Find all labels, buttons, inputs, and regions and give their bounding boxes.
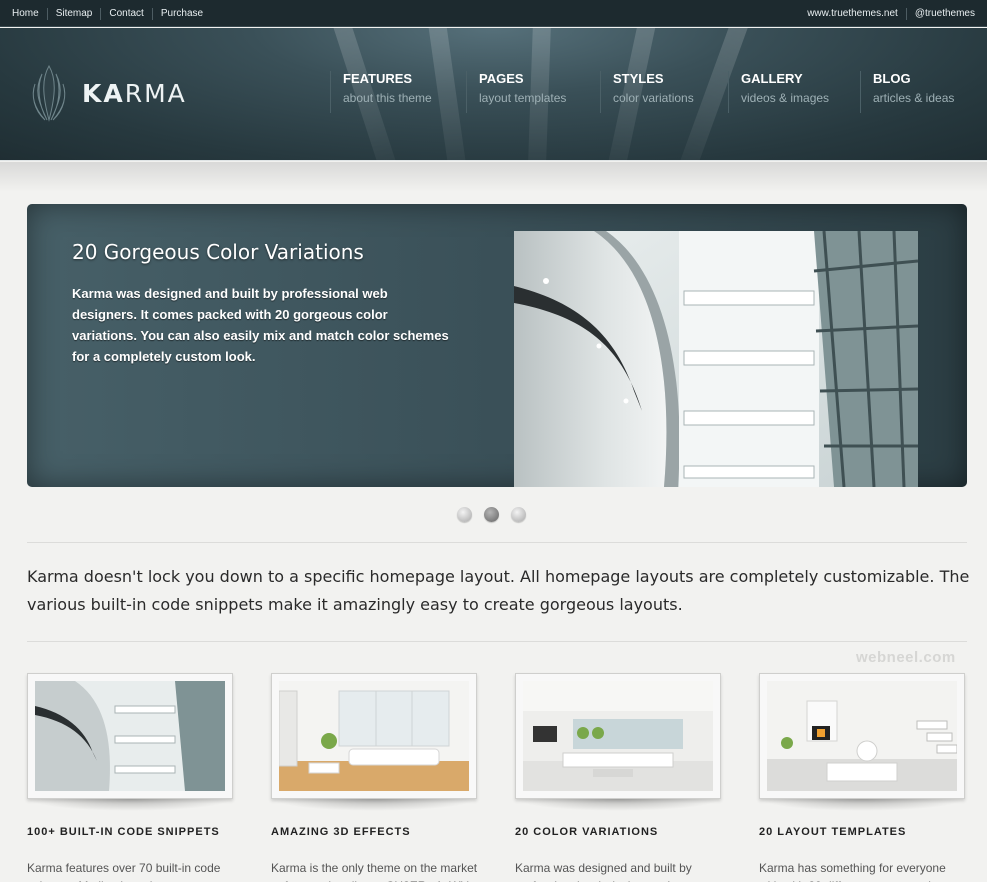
feature-title: AMAZING 3D EFFECTS (271, 826, 411, 838)
thumbnail-shadow (271, 799, 477, 811)
nav-title: PAGES (479, 71, 524, 86)
thumbnail-shadow (515, 799, 721, 811)
nav-title: FEATURES (343, 71, 413, 86)
staircase-room-thumbnail (767, 681, 957, 791)
feature-column-colors: 20 COLOR VARIATIONS Karma was designed a… (515, 673, 725, 882)
slider-pagination (457, 507, 538, 522)
site-header: KARMA FEATURES about this theme PAGES la… (0, 28, 987, 161)
top-link-contact[interactable]: Contact (101, 7, 153, 20)
feature-title: 20 COLOR VARIATIONS (515, 826, 659, 838)
feature-text: Karma features over 70 built-in code sni… (27, 861, 221, 882)
nav-title: STYLES (613, 71, 664, 86)
feature-text: Karma is the only theme on the market to… (271, 861, 478, 882)
logo[interactable]: KARMA (28, 64, 187, 122)
nav-item-styles[interactable]: STYLES color variations (600, 71, 728, 113)
slide-body: Karma was designed and built by professi… (72, 286, 449, 364)
architecture-thumbnail (35, 681, 225, 791)
nav-title: BLOG (873, 71, 911, 86)
feature-column-snippets: 100+ BUILT-IN CODE SNIPPETS Karma featur… (27, 673, 237, 882)
header-shadow (0, 162, 987, 192)
nav-subtitle: articles & ideas (873, 91, 955, 105)
nav-title: GALLERY (741, 71, 803, 86)
feature-column-3d: AMAZING 3D EFFECTS Karma is the only the… (271, 673, 481, 882)
nav-subtitle: layout templates (479, 91, 567, 105)
top-utility-bar: Home Sitemap Contact Purchase www.trueth… (0, 0, 987, 27)
hero-slider: 20 Gorgeous Color Variations Karma was d… (27, 204, 967, 487)
nav-item-blog[interactable]: BLOG articles & ideas (860, 71, 970, 113)
feature-thumbnail[interactable] (271, 673, 477, 799)
nav-subtitle: about this theme (343, 91, 432, 105)
twitter-link[interactable]: @truethemes (907, 8, 983, 20)
feature-column-layouts: 20 LAYOUT TEMPLATES Karma has something … (759, 673, 969, 882)
feature-thumbnail[interactable] (515, 673, 721, 799)
architecture-image (514, 231, 918, 487)
thumbnail-shadow (27, 799, 233, 811)
slider-dot-2[interactable] (484, 507, 499, 522)
site-url-link[interactable]: www.truethemes.net (799, 7, 907, 20)
top-right-links: www.truethemes.net @truethemes (799, 0, 983, 27)
thumbnail-shadow (759, 799, 965, 811)
feature-text: Karma was designed and built by professi… (515, 861, 712, 882)
slide-image[interactable] (514, 231, 918, 487)
feature-title: 100+ BUILT-IN CODE SNIPPETS (27, 826, 220, 838)
watermark: webneel.com (856, 649, 956, 666)
top-links: Home Sitemap Contact Purchase (4, 0, 211, 27)
lotus-logo-icon (32, 65, 66, 122)
top-link-purchase[interactable]: Purchase (153, 8, 211, 20)
top-link-sitemap[interactable]: Sitemap (48, 7, 102, 20)
feature-title: 20 LAYOUT TEMPLATES (759, 826, 907, 838)
logo-wordmark: KARMA (82, 78, 187, 108)
nav-item-gallery[interactable]: GALLERY videos & images (728, 71, 860, 113)
slider-dot-1[interactable] (457, 507, 472, 522)
main-nav: FEATURES about this theme PAGES layout t… (330, 71, 970, 113)
feature-thumbnail[interactable] (27, 673, 233, 799)
living-room-thumbnail (279, 681, 469, 791)
top-link-home[interactable]: Home (4, 7, 48, 20)
feature-thumbnail[interactable] (759, 673, 965, 799)
divider (27, 641, 967, 642)
nav-item-pages[interactable]: PAGES layout templates (466, 71, 600, 113)
nav-subtitle: color variations (613, 91, 694, 105)
divider (27, 542, 967, 543)
slider-dot-3[interactable] (511, 507, 526, 522)
feature-text: Karma has something for everyone with wi… (759, 861, 954, 882)
lounge-thumbnail (523, 681, 713, 791)
slide-title: 20 Gorgeous Color Variations (72, 240, 364, 264)
nav-item-features[interactable]: FEATURES about this theme (330, 71, 466, 113)
nav-subtitle: videos & images (741, 91, 830, 105)
intro-text: Karma doesn't lock you down to a specifi… (27, 567, 970, 614)
